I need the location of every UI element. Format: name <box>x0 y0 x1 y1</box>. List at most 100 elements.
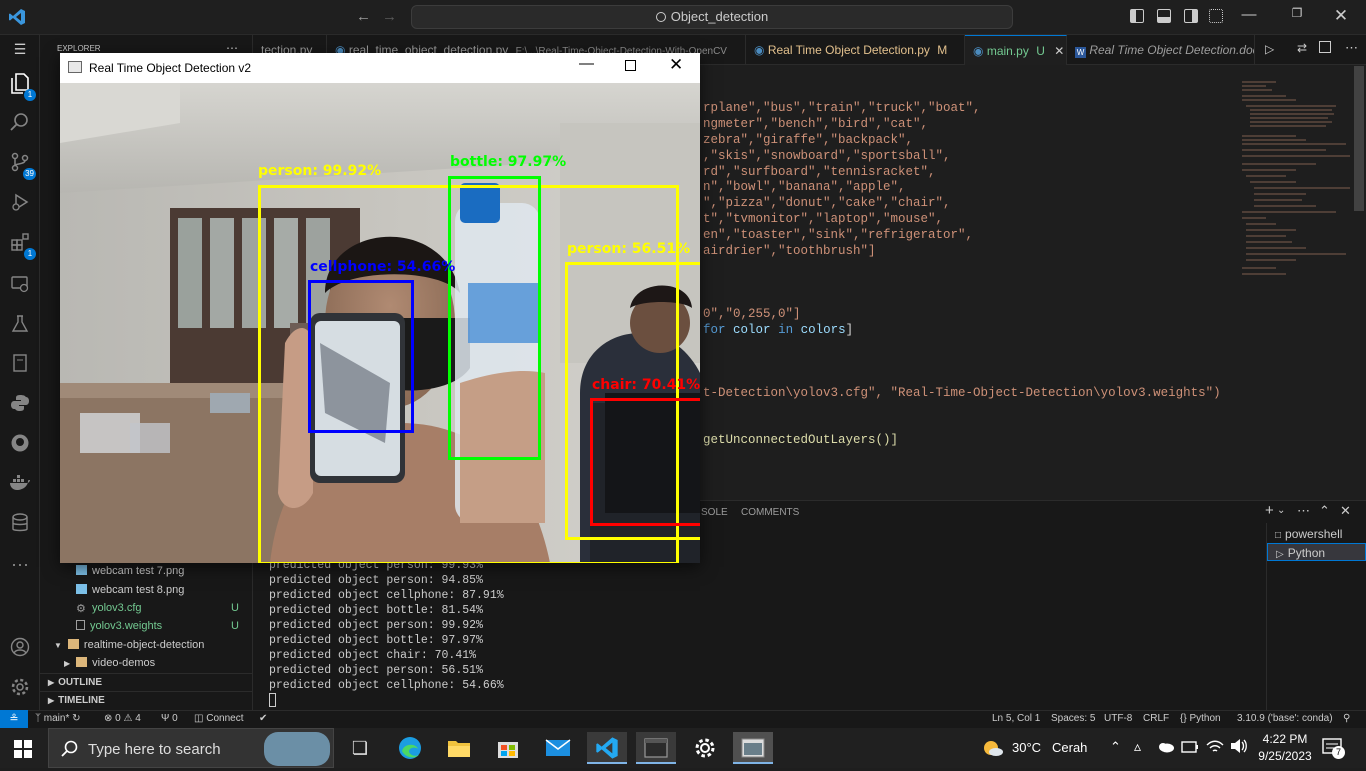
editor-scrollbar[interactable] <box>1354 66 1364 211</box>
file-item[interactable]: yolov3.weights U <box>40 617 253 635</box>
python-icon[interactable] <box>8 393 32 417</box>
compare-changes-icon[interactable]: ⇄ <box>1297 41 1307 55</box>
weather-description[interactable]: Cerah <box>1052 740 1087 755</box>
code-line: getUnconnectedOutLayers()] <box>703 433 899 447</box>
settings-gear-icon[interactable] <box>685 732 725 764</box>
timeline-section[interactable]: ▶ TIMELINE <box>40 691 253 709</box>
more-actions-icon[interactable]: ⋯ <box>1345 40 1358 56</box>
tab-docx[interactable]: W Real Time Object Detection.docx <box>1067 35 1255 65</box>
explorer-icon[interactable]: 1 <box>8 73 36 101</box>
search-view-icon[interactable] <box>8 112 32 136</box>
docker-icon[interactable] <box>8 473 32 497</box>
terminal-taskbar-icon[interactable] <box>636 732 676 764</box>
back-arrow-icon[interactable]: ← <box>356 8 371 25</box>
tab-main-py[interactable]: ◉ main.py U ✕ <box>965 35 1067 65</box>
cursor-position[interactable]: Ln 5, Col 1 <box>992 713 1040 724</box>
weather-icon[interactable] <box>982 739 1004 762</box>
problems-indicator[interactable]: ⊗ 0 ⚠ 4 <box>104 713 141 724</box>
forward-arrow-icon[interactable]: → <box>382 8 397 25</box>
weather-temperature[interactable]: 30°C <box>1012 740 1041 755</box>
network-icon[interactable]: ▵ <box>1134 738 1141 755</box>
restore-button[interactable]: ❐ <box>1274 6 1320 28</box>
volume-icon[interactable] <box>1230 738 1248 759</box>
close-button[interactable]: ✕ <box>669 55 683 75</box>
encoding[interactable]: UTF-8 <box>1104 713 1132 724</box>
task-view-icon[interactable]: ❏ <box>340 732 380 764</box>
more-views-icon[interactable]: ⋯ <box>8 553 32 577</box>
close-panel-icon[interactable]: ✕ <box>1340 503 1351 519</box>
menu-icon[interactable]: ☰ <box>8 37 32 61</box>
command-center-search[interactable]: Object_detection <box>411 5 1013 29</box>
terminal-list-item[interactable]: □ powershell <box>1267 525 1366 543</box>
vscode-taskbar-icon[interactable] <box>587 732 627 764</box>
remote-indicator-icon[interactable]: ≗ <box>0 710 28 728</box>
outline-section[interactable]: ▶ OUTLINE <box>40 673 253 691</box>
toggle-primary-sidebar-icon[interactable] <box>1130 9 1144 23</box>
show-hidden-icons-icon[interactable]: ⌃ <box>1110 739 1121 755</box>
tab-debug-console[interactable]: SOLE <box>701 507 728 518</box>
minimize-button[interactable]: — <box>579 55 594 72</box>
notifications-bell-icon[interactable]: ⚲ <box>1343 713 1350 724</box>
mail-icon[interactable] <box>538 732 578 764</box>
windows-start-icon[interactable] <box>14 740 32 763</box>
tab-real-time-object-detection-modified[interactable]: ◉ Real Time Object Detection.py M <box>746 35 965 65</box>
code-token: color <box>733 323 771 337</box>
notebook-icon[interactable] <box>8 353 32 377</box>
opencv-window-taskbar-icon[interactable] <box>733 732 773 764</box>
testing-icon[interactable] <box>8 314 32 338</box>
folder-item[interactable]: ▼ realtime-object-detection <box>40 636 253 654</box>
clock-date[interactable]: 9/25/2023 <box>1250 749 1320 763</box>
terminal-list-item-active[interactable]: ▷ Python <box>1267 543 1366 561</box>
more-actions-icon[interactable]: ⋯ <box>1297 503 1310 519</box>
battery-icon[interactable] <box>1181 740 1199 759</box>
clock-time[interactable]: 4:22 PM <box>1254 732 1316 746</box>
folder-item[interactable]: ▶ video-demos <box>40 654 253 672</box>
new-terminal-icon[interactable]: + <box>1265 502 1274 519</box>
file-item[interactable]: ⚙ yolov3.cfg U <box>40 599 253 617</box>
source-control-icon[interactable]: 39 <box>8 152 36 180</box>
taskbar-search-box[interactable]: Type here to search <box>48 728 334 768</box>
connect-button[interactable]: ◫ Connect <box>194 713 243 724</box>
split-editor-icon[interactable] <box>1319 41 1331 53</box>
notification-center-icon[interactable]: 7 <box>1322 738 1345 763</box>
file-item[interactable]: webcam test 8.png <box>40 581 253 599</box>
manage-gear-icon[interactable] <box>8 677 32 701</box>
microsoft-store-icon[interactable] <box>488 732 528 764</box>
indentation[interactable]: Spaces: 5 <box>1051 713 1095 724</box>
tab-comments[interactable]: COMMENTS <box>741 507 799 518</box>
extensions-icon[interactable]: 1 <box>8 232 36 260</box>
accounts-icon[interactable] <box>8 637 32 661</box>
customize-layout-icon[interactable] <box>1209 9 1223 23</box>
file-name: yolov3.weights <box>90 620 163 632</box>
language-mode[interactable]: {} Python <box>1180 713 1221 724</box>
wifi-icon[interactable] <box>1206 738 1224 759</box>
code-editor[interactable]: rplane","bus","train","truck","boat", ng… <box>700 65 1230 495</box>
minimize-button[interactable]: — <box>1226 6 1272 28</box>
maximize-button[interactable] <box>625 60 636 71</box>
line-ending[interactable]: CRLF <box>1143 713 1169 724</box>
onedrive-cloud-icon[interactable] <box>1157 740 1175 758</box>
close-button[interactable]: ✕ <box>1318 6 1364 28</box>
source-control-badge: 39 <box>23 168 36 180</box>
run-file-icon[interactable]: ▷ <box>1265 42 1274 56</box>
file-item[interactable]: webcam test 7.png <box>40 562 253 580</box>
opencv-window-titlebar[interactable]: Real Time Object Detection v2 — ✕ <box>60 53 700 83</box>
toggle-panel-icon[interactable] <box>1157 9 1171 23</box>
run-debug-icon[interactable] <box>8 192 32 216</box>
search-icon <box>655 12 666 22</box>
close-tab-icon[interactable]: ✕ <box>1054 44 1064 58</box>
toggle-secondary-sidebar-icon[interactable] <box>1184 9 1198 23</box>
live-share-icon[interactable]: ✔ <box>259 713 267 724</box>
chevron-down-icon[interactable]: ⌄ <box>1277 505 1285 516</box>
github-icon[interactable] <box>8 433 32 457</box>
ports-indicator[interactable]: Ψ 0 <box>161 713 178 724</box>
file-explorer-icon[interactable] <box>439 732 479 764</box>
python-interpreter[interactable]: 3.10.9 ('base': conda) <box>1237 713 1333 724</box>
branch-indicator[interactable]: ᛉ main* ↻ <box>35 713 81 724</box>
remote-explorer-icon[interactable] <box>8 274 32 298</box>
opencv-window[interactable]: Real Time Object Detection v2 — ✕ person… <box>60 53 700 563</box>
database-icon[interactable] <box>8 513 32 537</box>
edge-browser-icon[interactable] <box>390 732 430 764</box>
minimap[interactable] <box>1236 78 1356 283</box>
maximize-panel-icon[interactable]: ⌃ <box>1319 503 1330 519</box>
